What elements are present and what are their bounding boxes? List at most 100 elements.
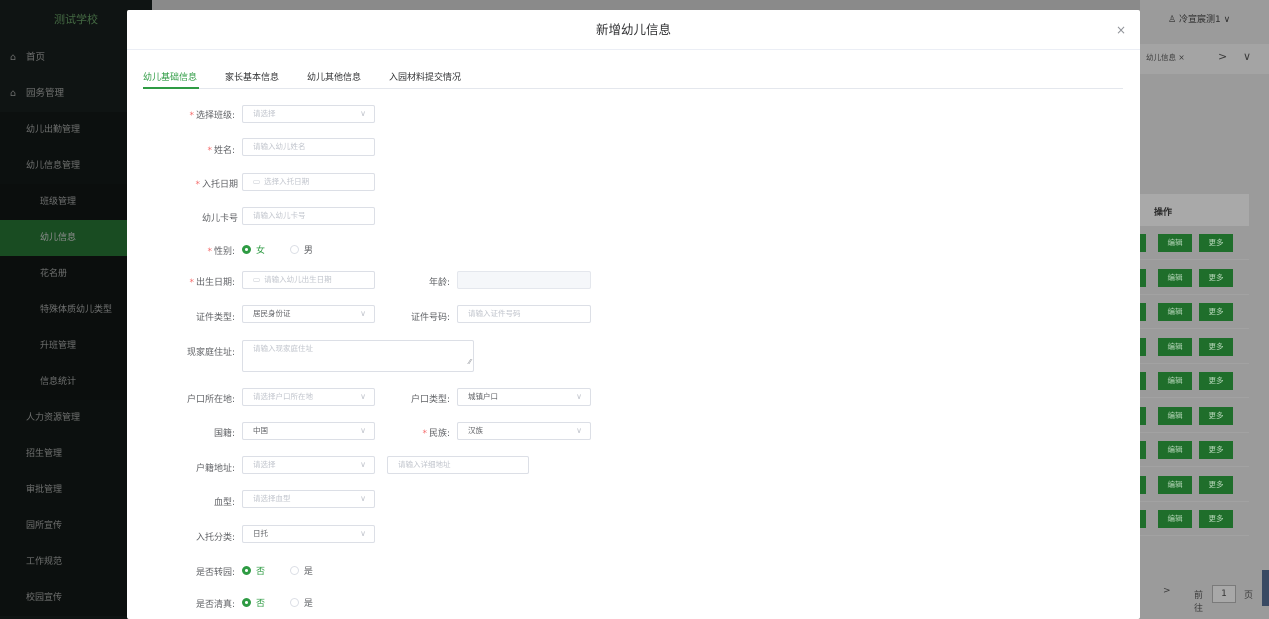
chevron-down-icon: ∨	[360, 392, 366, 401]
edit-button[interactable]: 编辑	[1158, 234, 1192, 252]
tab-close-icon[interactable]: ×	[1178, 53, 1184, 62]
edit-button[interactable]: 编辑	[1158, 510, 1192, 528]
more-button[interactable]: 更多	[1199, 268, 1233, 287]
more-button[interactable]: 更多	[1199, 337, 1233, 356]
halal-label: 是否清真:	[195, 600, 235, 610]
row-action-button[interactable]	[1140, 441, 1146, 459]
transfer-radio-group: 否 是	[242, 564, 335, 577]
hukou-place-select[interactable]: 请选择户口所在地 ∨	[242, 388, 375, 406]
user-menu[interactable]: ♙ 冷宣宸测1 ∨	[1168, 12, 1230, 25]
edit-button[interactable]: 编辑	[1158, 337, 1192, 356]
hukou-type-select[interactable]: 城镇户口 ∨	[457, 388, 591, 406]
row-action-button[interactable]	[1140, 234, 1146, 252]
row-divider	[1140, 259, 1249, 260]
blood-select[interactable]: 请选择血型 ∨	[242, 490, 375, 508]
blood-label: 血型:	[213, 498, 235, 508]
idno-input[interactable]: 请输入证件号码	[457, 305, 591, 323]
ethnic-select[interactable]: 汉族 ∨	[457, 422, 591, 440]
row-divider	[1140, 466, 1249, 467]
tab-next-icon[interactable]: >	[1218, 50, 1227, 63]
transfer-label: 是否转园:	[195, 568, 235, 578]
row-divider	[1140, 328, 1249, 329]
chevron-down-icon: ∨	[360, 309, 366, 318]
scroll-handle[interactable]	[1262, 570, 1269, 606]
row-action-button[interactable]	[1140, 372, 1146, 390]
transfer-yes-radio[interactable]: 是	[289, 564, 313, 577]
row-action-button[interactable]	[1140, 510, 1146, 528]
row-divider	[1140, 431, 1249, 433]
calendar-icon: ▭	[253, 177, 261, 186]
add-child-dialog: 新增幼儿信息 × 幼儿基础信息 家长基本信息 幼儿其他信息 入园材料提交情况 *…	[127, 10, 1140, 619]
class-select[interactable]: 请选择 ∨	[242, 105, 375, 123]
care-select[interactable]: 日托 ∨	[242, 525, 375, 543]
tab-child-info[interactable]: 幼儿信息 ×	[1146, 52, 1185, 63]
row-divider	[1140, 535, 1249, 536]
more-button[interactable]: 更多	[1199, 372, 1233, 390]
transfer-no-radio[interactable]: 否	[242, 564, 265, 577]
edit-button[interactable]: 编辑	[1158, 268, 1192, 287]
gender-radio-group: 女 男	[242, 243, 335, 256]
page-input[interactable]: 1	[1212, 585, 1236, 603]
nation-label: 国籍:	[213, 429, 235, 439]
close-icon[interactable]: ×	[1116, 10, 1126, 50]
chevron-down-icon: ∨	[576, 426, 582, 435]
class-label: * 选择班级:	[189, 111, 235, 121]
row-action-button[interactable]	[1140, 337, 1146, 356]
row-action-button[interactable]	[1140, 303, 1146, 321]
edit-button[interactable]: 编辑	[1158, 441, 1192, 459]
ethnic-label: * 民族:	[422, 429, 450, 439]
tab-child-other[interactable]: 幼儿其他信息	[307, 70, 361, 83]
row-action-button[interactable]	[1140, 475, 1146, 494]
row-action-button[interactable]	[1140, 406, 1146, 425]
halal-radio-group: 否 是	[242, 596, 335, 609]
chevron-down-icon: ∨	[576, 392, 582, 401]
user-icon: ♙	[1168, 15, 1177, 25]
edit-button[interactable]: 编辑	[1158, 372, 1192, 390]
more-button[interactable]: 更多	[1199, 475, 1233, 494]
address-textarea[interactable]: 请输入现家庭住址 ⁄⁄	[242, 340, 474, 372]
idtype-label: 证件类型:	[195, 313, 235, 323]
row-divider	[1140, 397, 1249, 398]
gender-female-radio[interactable]: 女	[242, 243, 265, 256]
more-button[interactable]: 更多	[1199, 406, 1233, 425]
edit-button[interactable]: 编辑	[1158, 475, 1192, 494]
birth-label: * 出生日期:	[189, 278, 235, 288]
more-button[interactable]: 更多	[1199, 303, 1233, 321]
page-next-icon[interactable]: >	[1163, 586, 1171, 596]
more-button[interactable]: 更多	[1199, 441, 1233, 459]
row-action-button[interactable]	[1140, 268, 1146, 287]
chevron-down-icon: ∨	[360, 109, 366, 118]
row-divider	[1140, 293, 1249, 295]
tab-more-icon[interactable]: ∨	[1243, 50, 1251, 63]
edit-button[interactable]: 编辑	[1158, 303, 1192, 321]
row-divider	[1140, 500, 1249, 502]
hukou-type-label: 户口类型:	[410, 395, 450, 405]
care-label: 入托分类:	[195, 533, 235, 543]
age-input	[457, 271, 591, 289]
hukou-place-label: 户口所在地:	[186, 395, 235, 405]
tab-child-basic[interactable]: 幼儿基础信息	[143, 70, 197, 83]
name-label: * 姓名:	[207, 146, 235, 156]
card-input[interactable]: 请输入幼儿卡号	[242, 207, 375, 225]
dialog-header: 新增幼儿信息 ×	[127, 10, 1140, 50]
tab-admission-materials[interactable]: 入园材料提交情况	[389, 70, 461, 83]
chevron-down-icon: ∨	[360, 460, 366, 469]
domicile-select[interactable]: 请选择 ∨	[242, 456, 375, 474]
chevron-down-icon: ∨	[1223, 15, 1231, 25]
domicile-label: 户籍地址:	[195, 464, 235, 474]
edit-button[interactable]: 编辑	[1158, 406, 1192, 425]
halal-yes-radio[interactable]: 是	[289, 596, 313, 609]
nation-select[interactable]: 中国 ∨	[242, 422, 375, 440]
gender-label: * 性别:	[207, 247, 235, 257]
gender-male-radio[interactable]: 男	[289, 243, 313, 256]
halal-no-radio[interactable]: 否	[242, 596, 265, 609]
idno-label: 证件号码:	[410, 313, 450, 323]
tab-parent-basic[interactable]: 家长基本信息	[225, 70, 279, 83]
domicile-detail-input[interactable]: 请输入详细地址	[387, 456, 529, 474]
entry-date-picker[interactable]: ▭ 选择入托日期	[242, 173, 375, 191]
more-button[interactable]: 更多	[1199, 510, 1233, 528]
name-input[interactable]: 请输入幼儿姓名	[242, 138, 375, 156]
birth-date-picker[interactable]: ▭ 请输入幼儿出生日期	[242, 271, 375, 289]
idtype-select[interactable]: 居民身份证 ∨	[242, 305, 375, 323]
more-button[interactable]: 更多	[1199, 234, 1233, 252]
